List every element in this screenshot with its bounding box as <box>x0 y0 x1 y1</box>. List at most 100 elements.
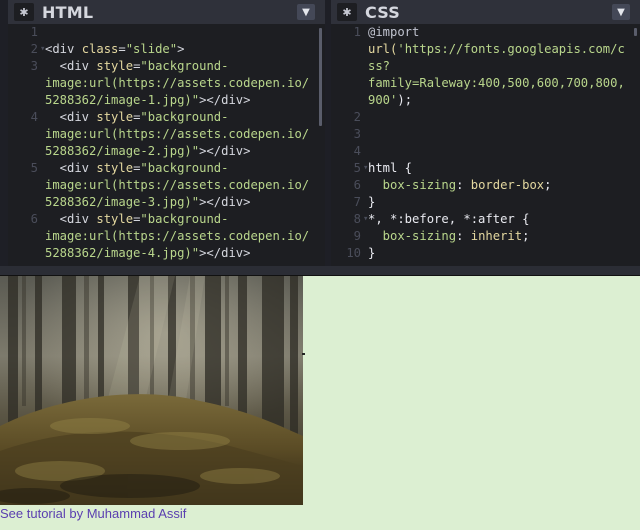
html-scrollbar[interactable] <box>319 28 322 126</box>
code-token: > <box>177 42 185 56</box>
code-line[interactable]: image:url(https://assets.codepen.io/ <box>8 177 325 194</box>
code-line[interactable]: ss? <box>331 58 640 75</box>
chevron-down-icon[interactable]: ▼ <box>297 4 315 20</box>
code-line[interactable]: 6 box-sizing: border-box; <box>331 177 640 194</box>
css-editor-pane: ✱ CSS ▼ 1 @import url('https://fonts.googl… <box>331 0 640 266</box>
code-line[interactable]: 5288362/image-1.jpg)"></div> <box>8 92 325 109</box>
code-line[interactable]: 3 <box>331 126 640 143</box>
code-line[interactable]: 1 @import <box>331 24 640 41</box>
code-token: ); <box>397 93 413 107</box>
code-line[interactable]: image:url(https://assets.codepen.io/ <box>8 75 325 92</box>
code-line[interactable]: image:url(https://assets.codepen.io/ <box>8 126 325 143</box>
line-number: 2 <box>30 42 38 56</box>
code-text: image:url(https://assets.codepen.io/ <box>8 177 325 194</box>
code-line[interactable]: url('https://fonts.googleapis.com/c <box>331 41 640 58</box>
code-token: @import <box>368 25 420 39</box>
line-number: 7 <box>353 195 361 209</box>
gear-icon[interactable]: ✱ <box>14 3 34 21</box>
line-number: 6 <box>30 212 38 226</box>
code-token: class <box>81 42 119 56</box>
code-token: url( <box>368 42 398 56</box>
code-token: <div <box>45 110 97 124</box>
code-text: ss? <box>331 58 640 75</box>
code-text: *, *:before, *:after { <box>331 211 640 228</box>
code-line[interactable]: 5288362/image-4.jpg)"></div> <box>8 245 325 262</box>
code-token: box-sizing <box>368 229 457 243</box>
code-line[interactable]: 3 <div style="background- <box>8 58 325 75</box>
code-token: = <box>118 42 126 56</box>
code-token: image:url(https://assets.codepen.io/ <box>45 127 310 141</box>
preview-pane: See tutorial by Muhammad Assif <box>0 276 640 530</box>
code-text: image:url(https://assets.codepen.io/ <box>8 228 325 245</box>
code-line[interactable]: 9 box-sizing: inherit; <box>331 228 640 245</box>
fold-arrow-icon[interactable]: ▾ <box>363 211 368 228</box>
line-number: 9 <box>353 229 361 243</box>
code-line[interactable]: 4 <box>331 143 640 160</box>
code-line[interactable]: 2 ▾ <div class="slide"> <box>8 41 325 58</box>
editor-area: ✱ HTML ▼ 1 2 ▾ <div class="slide"> 3 <div s… <box>0 0 640 270</box>
line-number: 10 <box>346 246 361 260</box>
code-line[interactable]: 8 ▾ *, *:before, *:after { <box>331 211 640 228</box>
code-line[interactable]: 1 <box>8 24 325 41</box>
code-line[interactable]: 5288362/image-2.jpg)"></div> <box>8 143 325 160</box>
code-token: image:url(https://assets.codepen.io/ <box>45 229 310 243</box>
css-code-editor[interactable]: 1 @import url('https://fonts.googleapis.co… <box>331 24 640 266</box>
html-code-editor[interactable]: 1 2 ▾ <div class="slide"> 3 <div style="bac… <box>8 24 325 266</box>
code-line[interactable]: 5 <div style="background- <box>8 160 325 177</box>
code-text: box-sizing: inherit; <box>331 228 640 245</box>
code-token: <div <box>45 161 97 175</box>
code-token: 5288362/image-3.jpg)" <box>45 195 200 209</box>
css-pane-header: ✱ CSS ▼ <box>331 0 640 24</box>
gear-icon[interactable]: ✱ <box>337 3 357 21</box>
code-token: <div <box>45 59 97 73</box>
line-number: 3 <box>353 127 361 141</box>
code-line[interactable]: 10} <box>331 245 640 262</box>
code-token: "background- <box>140 110 229 124</box>
code-token: ></div> <box>199 246 251 260</box>
code-token: 'https://fonts.googleapis.com/c <box>397 42 625 56</box>
code-line[interactable]: 6 <div style="background- <box>8 211 325 228</box>
code-line[interactable]: 4 <div style="background- <box>8 109 325 126</box>
code-line[interactable]: family=Raleway:400,500,600,700,800, <box>331 75 640 92</box>
code-token: "background- <box>140 212 229 226</box>
code-token: "background- <box>140 59 229 73</box>
css-pane-title: CSS <box>365 2 400 22</box>
code-line[interactable]: 7} <box>331 194 640 211</box>
code-text: 5288362/image-2.jpg)"></div> <box>8 143 325 160</box>
tutorial-link[interactable]: See tutorial by Muhammad Assif <box>0 506 186 521</box>
code-text: 5288362/image-1.jpg)"></div> <box>8 92 325 109</box>
code-token: ss? <box>368 59 391 73</box>
code-token: image:url(https://assets.codepen.io/ <box>45 178 310 192</box>
code-token: *, *:before, *:after { <box>368 212 530 226</box>
html-pane-title: HTML <box>42 2 94 22</box>
css-scrollbar[interactable] <box>634 28 637 36</box>
code-token: style <box>96 59 134 73</box>
code-token: "slide" <box>125 42 178 56</box>
code-line[interactable]: image:url(https://assets.codepen.io/ <box>8 228 325 245</box>
code-line[interactable]: 5288362/image-3.jpg)"></div> <box>8 194 325 211</box>
code-line[interactable]: 5 ▾ html { <box>331 160 640 177</box>
code-token: image:url(https://assets.codepen.io/ <box>45 76 310 90</box>
code-token: } <box>368 195 376 209</box>
fold-arrow-icon[interactable]: ▾ <box>40 41 45 58</box>
line-number: 3 <box>30 59 38 73</box>
code-text: <div style="background- <box>8 211 325 228</box>
line-number: 2 <box>353 110 361 124</box>
fold-arrow-icon[interactable]: ▾ <box>363 160 368 177</box>
code-token: style <box>96 212 134 226</box>
chevron-down-icon[interactable]: ▼ <box>612 4 630 20</box>
code-line[interactable]: 2 <box>331 109 640 126</box>
code-text: 5288362/image-4.jpg)"></div> <box>8 245 325 262</box>
code-token: 5288362/image-2.jpg)" <box>45 144 200 158</box>
code-token: 5288362/image-1.jpg)" <box>45 93 200 107</box>
forest-image <box>0 276 303 505</box>
code-token: <div <box>45 212 97 226</box>
editor-resizer[interactable] <box>0 266 640 276</box>
code-line[interactable]: 900'); <box>331 92 640 109</box>
code-text: image:url(https://assets.codepen.io/ <box>8 126 325 143</box>
code-token: ></div> <box>199 144 251 158</box>
code-text: 5288362/image-3.jpg)"></div> <box>8 194 325 211</box>
code-token: ></div> <box>199 93 251 107</box>
